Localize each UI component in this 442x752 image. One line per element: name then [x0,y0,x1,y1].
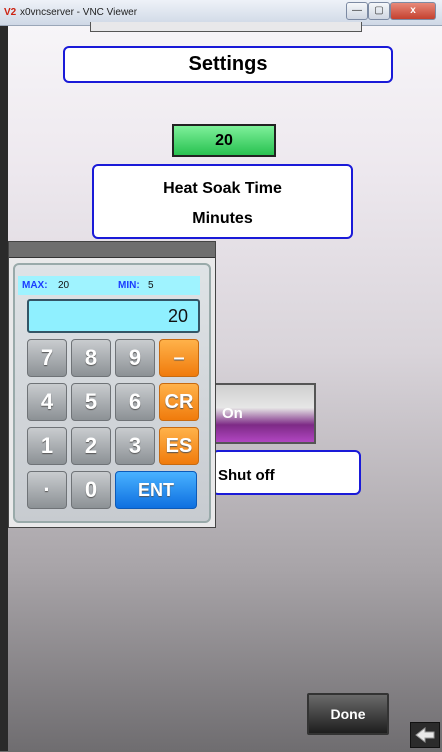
key-minus[interactable]: – [159,339,199,377]
key-7[interactable]: 7 [27,339,67,377]
minimize-button[interactable]: — [346,2,368,20]
on-label: On [222,405,243,422]
key-cr[interactable]: CR [159,383,199,421]
key-5[interactable]: 5 [71,383,111,421]
shutoff-panel[interactable]: Shut off [212,450,361,495]
key-0[interactable]: 0 [71,471,111,509]
top-strip [90,22,362,32]
min-label: MIN: [118,280,140,291]
max-value: 20 [58,280,70,291]
on-button[interactable]: On [212,383,316,444]
parameter-name: Heat Soak Time [163,180,282,197]
window-title: x0vncserver - VNC Viewer [20,7,138,18]
close-button[interactable]: x [390,2,436,20]
vnc-app-icon: V2 [4,7,17,18]
done-button[interactable]: Done [307,693,389,735]
key-9[interactable]: 9 [115,339,155,377]
key-1[interactable]: 1 [27,427,67,465]
keypad-display: 20 [27,299,200,333]
key-es[interactable]: ES [159,427,199,465]
parameter-label-panel: Heat Soak Time Minutes [92,164,353,239]
max-label: MAX: [22,280,48,291]
key-decimal[interactable]: · [27,471,67,509]
maximize-button[interactable]: ▢ [368,2,390,20]
page-title: Settings [63,46,393,83]
back-button[interactable] [410,722,440,748]
key-8[interactable]: 8 [71,339,111,377]
key-enter[interactable]: ENT [115,471,197,509]
parameter-unit: Minutes [192,210,253,227]
key-4[interactable]: 4 [27,383,67,421]
arrow-left-icon [415,726,435,744]
key-3[interactable]: 3 [115,427,155,465]
keypad-titlebar[interactable] [9,242,215,258]
min-value: 5 [148,280,154,291]
key-2[interactable]: 2 [71,427,111,465]
left-edge-bar [0,26,8,751]
key-6[interactable]: 6 [115,383,155,421]
value-display-button[interactable]: 20 [172,124,276,157]
keypad-limits: MAX: 20 MIN: 5 [18,276,200,295]
shutoff-label: Shut off [218,467,275,484]
